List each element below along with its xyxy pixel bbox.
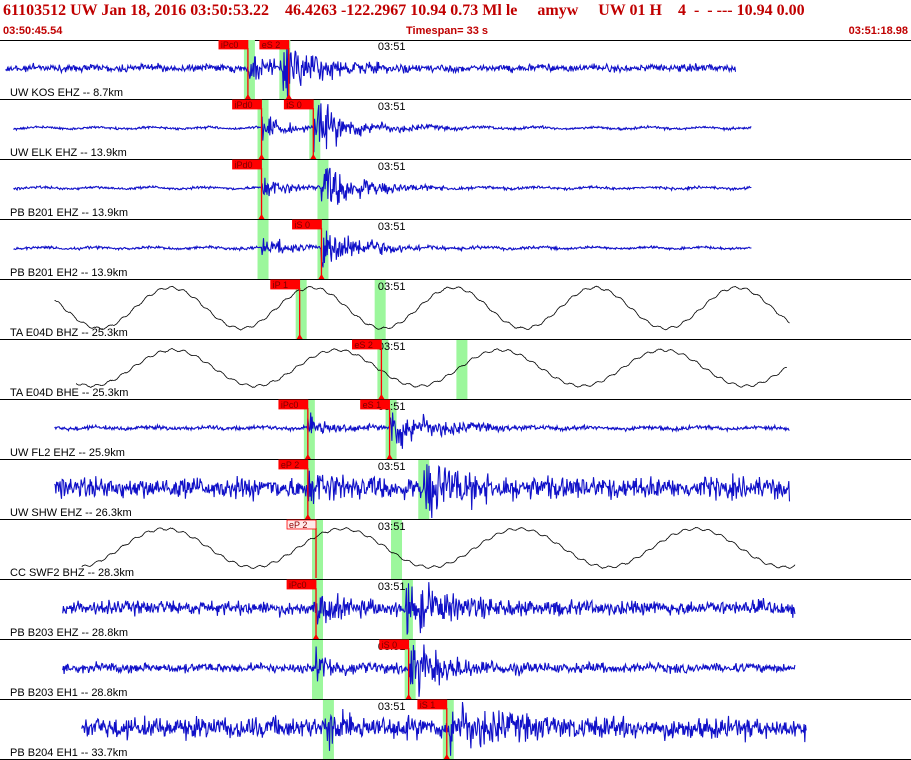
minute-label: 03:51	[378, 581, 406, 593]
pick-label: iP 1	[273, 280, 288, 290]
pick-label: iS 0	[286, 100, 302, 110]
channel-label: UW KOS EHZ -- 8.7km	[10, 87, 123, 99]
channel-label: CC SWF2 BHZ -- 28.3km	[10, 567, 134, 579]
channel-label: TA E04D BHE -- 25.3km	[10, 387, 128, 399]
trace-panel: 03:51 eP 2 CC SWF2 BHZ -- 28.3km	[0, 519, 911, 580]
channel-label: TA E04D BHZ -- 25.3km	[10, 327, 128, 339]
s-window	[456, 340, 468, 400]
channel-label: PB B203 EH1 -- 28.8km	[10, 687, 127, 699]
channel-label: UW ELK EHZ -- 13.9km	[10, 147, 127, 159]
waveform	[62, 644, 796, 697]
minute-label: 03:51	[378, 521, 406, 533]
pick-label: iPc0	[221, 40, 239, 50]
end-time: 03:51:18.98	[848, 25, 908, 37]
pick-label: iS 0	[382, 640, 398, 650]
trace-panel: 03:51 iPd0 iS 0 UW ELK EHZ -- 13.9km	[0, 99, 911, 160]
minute-label: 03:51	[378, 341, 406, 353]
channel-label: UW FL2 EHZ -- 25.9km	[10, 447, 125, 459]
pick-label: iPc0	[289, 580, 307, 590]
trace-panel: 03:51 iS 0 PB B201 EH2 -- 13.9km	[0, 219, 911, 280]
trace-panel: 03:51iPc0 eS 1UW FL2 EHZ -- 25.9km	[0, 399, 911, 460]
pick-marker: eP 2	[286, 519, 317, 578]
trace-panel: 03:51 iPc0 eS 2 UW KOS EHZ -- 8.7km	[0, 40, 911, 100]
minute-label: 03:51	[378, 701, 406, 713]
channel-label: PB B201 EHZ -- 13.9km	[10, 207, 128, 219]
pick-label: eS 2	[354, 340, 373, 350]
trace-panel: 03:51 iPd0 PB B201 EHZ -- 13.9km	[0, 159, 911, 220]
trace-panel: 03:51 iPc0 PB B203 EHZ -- 28.8km	[0, 579, 911, 640]
minute-label: 03:51	[378, 461, 406, 473]
waveform	[13, 230, 752, 268]
pick-label: iS 0	[294, 220, 310, 230]
minute-label: 03:51	[378, 101, 406, 113]
trace-panel: 03:51 iS 1 PB B204 EH1 -- 33.7km	[0, 699, 911, 760]
pick-label: iS 1	[420, 700, 436, 710]
waveform	[81, 527, 796, 570]
start-time: 03:50:45.54	[3, 25, 63, 37]
pick-label: iPd0	[235, 160, 253, 170]
trace-panel: 03:51 iP 1 TA E04D BHZ -- 25.3km	[0, 279, 911, 340]
channel-label: PB B204 EH1 -- 33.7km	[10, 747, 127, 759]
waveform	[13, 167, 752, 205]
pick-label: eP 2	[289, 520, 307, 530]
pick-label: eS 2	[262, 40, 281, 50]
seismogram-plot: 03:51 iPc0 eS 2 UW KOS EHZ -- 8.7km 03:51 iPd…	[0, 40, 911, 760]
waveform	[62, 582, 796, 635]
waveform	[75, 348, 787, 388]
minute-label: 03:51	[378, 221, 406, 233]
trace-panel: 03:51iS 0PB B203 EH1 -- 28.8km	[0, 639, 911, 700]
pick-label: iPc0	[281, 400, 299, 410]
pick-label: eP 2	[281, 460, 299, 470]
minute-label: 03:51	[378, 41, 406, 53]
channel-label: PB B201 EH2 -- 13.9km	[10, 267, 127, 279]
trace-panel: 03:51 eP 2 UW SHW EHZ -- 26.3km	[0, 459, 911, 520]
waveform	[54, 412, 790, 449]
minute-label: 03:51	[378, 161, 406, 173]
trace-panel: 03:51 eS 2 TA E04D BHE -- 25.3km	[0, 339, 911, 400]
waveform	[54, 285, 790, 331]
pick-label: eS 1	[363, 400, 382, 410]
channel-label: PB B203 EHZ -- 28.8km	[10, 627, 128, 639]
timespan: Timespan= 33 s	[406, 25, 489, 37]
header: 61103512 UW Jan 18, 2016 03:50:53.22 46.…	[0, 0, 911, 40]
minute-label: 03:51	[378, 281, 406, 293]
channel-label: UW SHW EHZ -- 26.3km	[10, 507, 132, 519]
event-title: 61103512 UW Jan 18, 2016 03:50:53.22 46.…	[3, 2, 805, 19]
pick-label: iPd0	[235, 100, 253, 110]
